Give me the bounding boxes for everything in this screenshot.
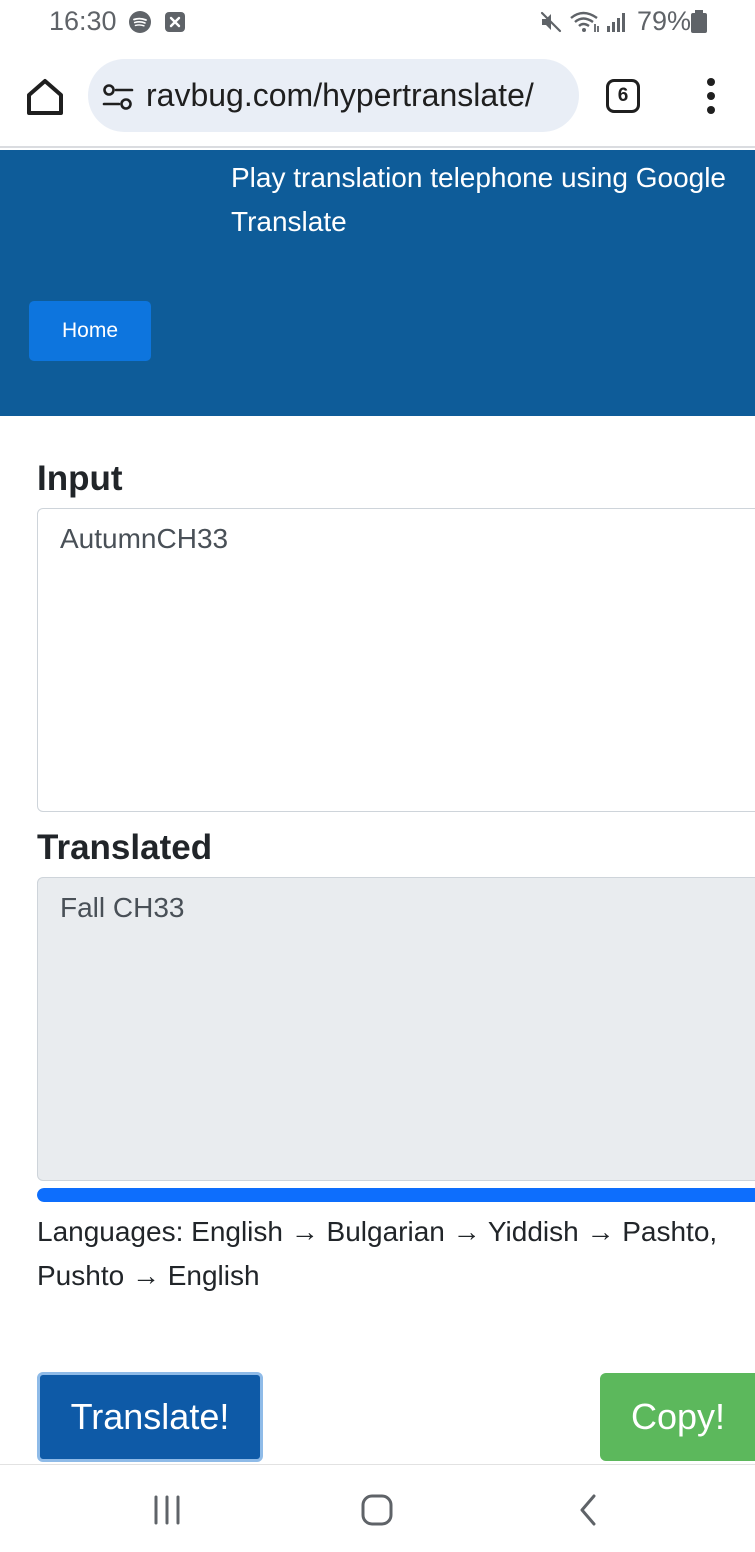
tab-switcher-button[interactable]: 6	[606, 79, 640, 113]
back-icon[interactable]	[572, 1493, 606, 1527]
browser-toolbar: ravbug.com/hypertranslate/ 6	[0, 46, 755, 148]
home-icon[interactable]	[22, 74, 68, 120]
site-tagline: Play translation telephone using Google …	[231, 162, 727, 237]
progress-bar	[37, 1188, 755, 1202]
url-text[interactable]: ravbug.com/hypertranslate/	[146, 77, 534, 114]
status-bar: 16:30 79%	[0, 0, 755, 46]
battery-percent: 79%	[637, 6, 692, 36]
system-nav-bar	[0, 1464, 755, 1552]
site-settings-icon[interactable]	[102, 82, 134, 112]
translated-label: Translated	[37, 828, 213, 867]
signal-icon	[607, 13, 625, 32]
copy-button[interactable]: Copy!	[600, 1373, 755, 1461]
more-options-icon[interactable]	[699, 76, 723, 116]
translated-textarea: Fall CH33	[37, 877, 755, 1181]
close-notification-icon	[165, 12, 185, 32]
languages-chain: Languages: English → Bulgarian → Yiddish…	[37, 1216, 718, 1291]
site-header: Play translation telephone using Google …	[0, 150, 755, 416]
home-icon[interactable]	[360, 1493, 394, 1527]
spotify-icon	[129, 11, 151, 33]
recent-apps-icon[interactable]	[150, 1493, 184, 1527]
progress-fill	[37, 1188, 755, 1202]
translate-button[interactable]: Translate!	[37, 1372, 263, 1462]
home-nav-button[interactable]: Home	[29, 301, 151, 361]
input-label: Input	[37, 459, 123, 498]
status-time: 16:30	[49, 6, 117, 36]
mute-icon	[540, 11, 562, 33]
wifi-icon	[570, 11, 599, 32]
battery-icon	[691, 10, 707, 33]
input-textarea[interactable]: AutumnCH33	[37, 508, 755, 812]
address-bar[interactable]: ravbug.com/hypertranslate/	[88, 59, 579, 132]
